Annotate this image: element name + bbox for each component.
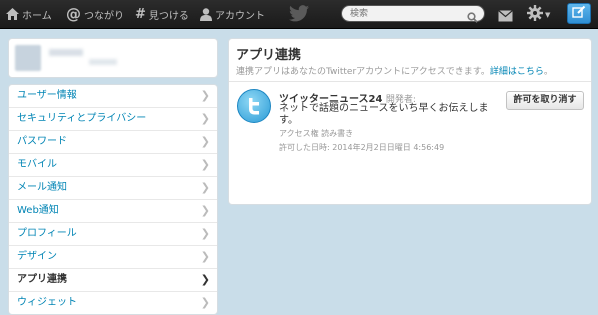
sidebar-item-label: ウィジェット — [17, 297, 77, 308]
sidebar-item-web-notifications[interactable]: Web通知 ❯ — [9, 199, 217, 222]
app-icon — [237, 89, 271, 123]
nav-account-label: アカウント — [215, 10, 265, 22]
settings-menu[interactable]: ▼ — [527, 5, 550, 25]
page-title: アプリ連携 — [236, 48, 302, 63]
top-navigation-bar: ホーム @ つながり # 見つける アカウント ▼ — [0, 0, 598, 29]
messages-icon[interactable] — [498, 7, 513, 26]
nav-discover[interactable]: # 見つける — [135, 0, 189, 28]
apps-panel: アプリ連携 連携アプリはあなたのTwitterアカウントにアクセスできます。詳細… — [228, 38, 592, 205]
profile-handle-redacted — [89, 59, 117, 65]
panel-header: アプリ連携 連携アプリはあなたのTwitterアカウントにアクセスできます。詳細… — [229, 39, 591, 82]
nav-home[interactable]: ホーム — [6, 0, 52, 28]
settings-sidebar: ユーザー情報 ❯ セキュリティとプライバシー ❯ パスワード ❯ モバイル ❯ メール通… — [8, 84, 218, 315]
sidebar-item-widgets[interactable]: ウィジェット ❯ — [9, 291, 217, 314]
nav-home-label: ホーム — [22, 10, 52, 22]
sidebar-item-apps[interactable]: アプリ連携 ❯ — [9, 268, 217, 291]
nav-connect-label: つながり — [84, 10, 124, 22]
sidebar-item-design[interactable]: デザイン ❯ — [9, 245, 217, 268]
person-icon — [200, 7, 212, 21]
sidebar-item-label: デザイン — [17, 251, 57, 262]
sidebar-item-label: アプリ連携 — [17, 274, 67, 285]
sidebar-item-mobile[interactable]: モバイル ❯ — [9, 153, 217, 176]
sidebar-item-label: メール通知 — [17, 182, 67, 193]
avatar — [15, 45, 41, 71]
gear-icon — [527, 5, 543, 25]
chevron-right-icon: ❯ — [200, 273, 210, 286]
chevron-right-icon: ❯ — [200, 227, 210, 240]
nav-connect[interactable]: @ つながり — [66, 0, 124, 28]
chevron-right-icon: ❯ — [200, 89, 210, 102]
home-icon — [6, 8, 19, 20]
search-box[interactable] — [341, 5, 485, 23]
search-input[interactable] — [350, 7, 460, 20]
sidebar-item-password[interactable]: パスワード ❯ — [9, 130, 217, 153]
chevron-right-icon: ❯ — [200, 181, 210, 194]
sidebar-item-email-notifications[interactable]: メール通知 ❯ — [9, 176, 217, 199]
app-description: ネットで話題のニュースをいち早くお伝えします。 — [279, 103, 489, 126]
chevron-right-icon: ❯ — [200, 250, 210, 263]
sidebar-item-label: パスワード — [17, 136, 67, 147]
profile-name-redacted — [49, 49, 83, 56]
chevron-right-icon: ❯ — [200, 158, 210, 171]
page-subtitle: 連携アプリはあなたのTwitterアカウントにアクセスできます。詳細はこちら。 — [236, 64, 553, 77]
search-icon[interactable] — [467, 8, 478, 27]
compose-tweet-button[interactable] — [567, 3, 591, 24]
chevron-right-icon: ❯ — [200, 204, 210, 217]
app-permission: アクセス権 読み書き — [279, 129, 354, 138]
nav-account[interactable]: アカウント — [200, 0, 265, 28]
subtitle-end: 。 — [543, 67, 553, 77]
app-authorized-date: 許可した日時: 2014年2月2日日曜日 4:56:49 — [279, 143, 445, 152]
sidebar-item-label: ユーザー情報 — [17, 90, 77, 101]
sidebar-item-security[interactable]: セキュリティとプライバシー ❯ — [9, 107, 217, 130]
chevron-down-icon: ▼ — [545, 11, 551, 19]
nav-discover-label: 見つける — [148, 10, 189, 22]
hashtag-icon: # — [135, 6, 146, 22]
chevron-right-icon: ❯ — [200, 296, 210, 309]
compose-icon — [572, 4, 586, 23]
chevron-right-icon: ❯ — [200, 135, 210, 148]
sidebar-item-profile[interactable]: プロフィール ❯ — [9, 222, 217, 245]
revoke-access-button[interactable]: 許可を取り消す — [506, 91, 584, 110]
at-sign-icon: @ — [66, 5, 81, 23]
sidebar-item-label: セキュリティとプライバシー — [17, 113, 147, 124]
learn-more-link[interactable]: 詳細はこちら — [490, 67, 544, 77]
sidebar-item-label: モバイル — [17, 159, 57, 170]
sidebar-item-account[interactable]: ユーザー情報 ❯ — [9, 85, 217, 107]
subtitle-text: 連携アプリはあなたのTwitterアカウントにアクセスできます。 — [236, 67, 490, 77]
sidebar-item-label: Web通知 — [17, 205, 59, 216]
twitter-bird-icon[interactable] — [289, 5, 309, 26]
chevron-right-icon: ❯ — [200, 112, 210, 125]
profile-card[interactable] — [8, 38, 218, 78]
sidebar-item-label: プロフィール — [17, 228, 77, 239]
